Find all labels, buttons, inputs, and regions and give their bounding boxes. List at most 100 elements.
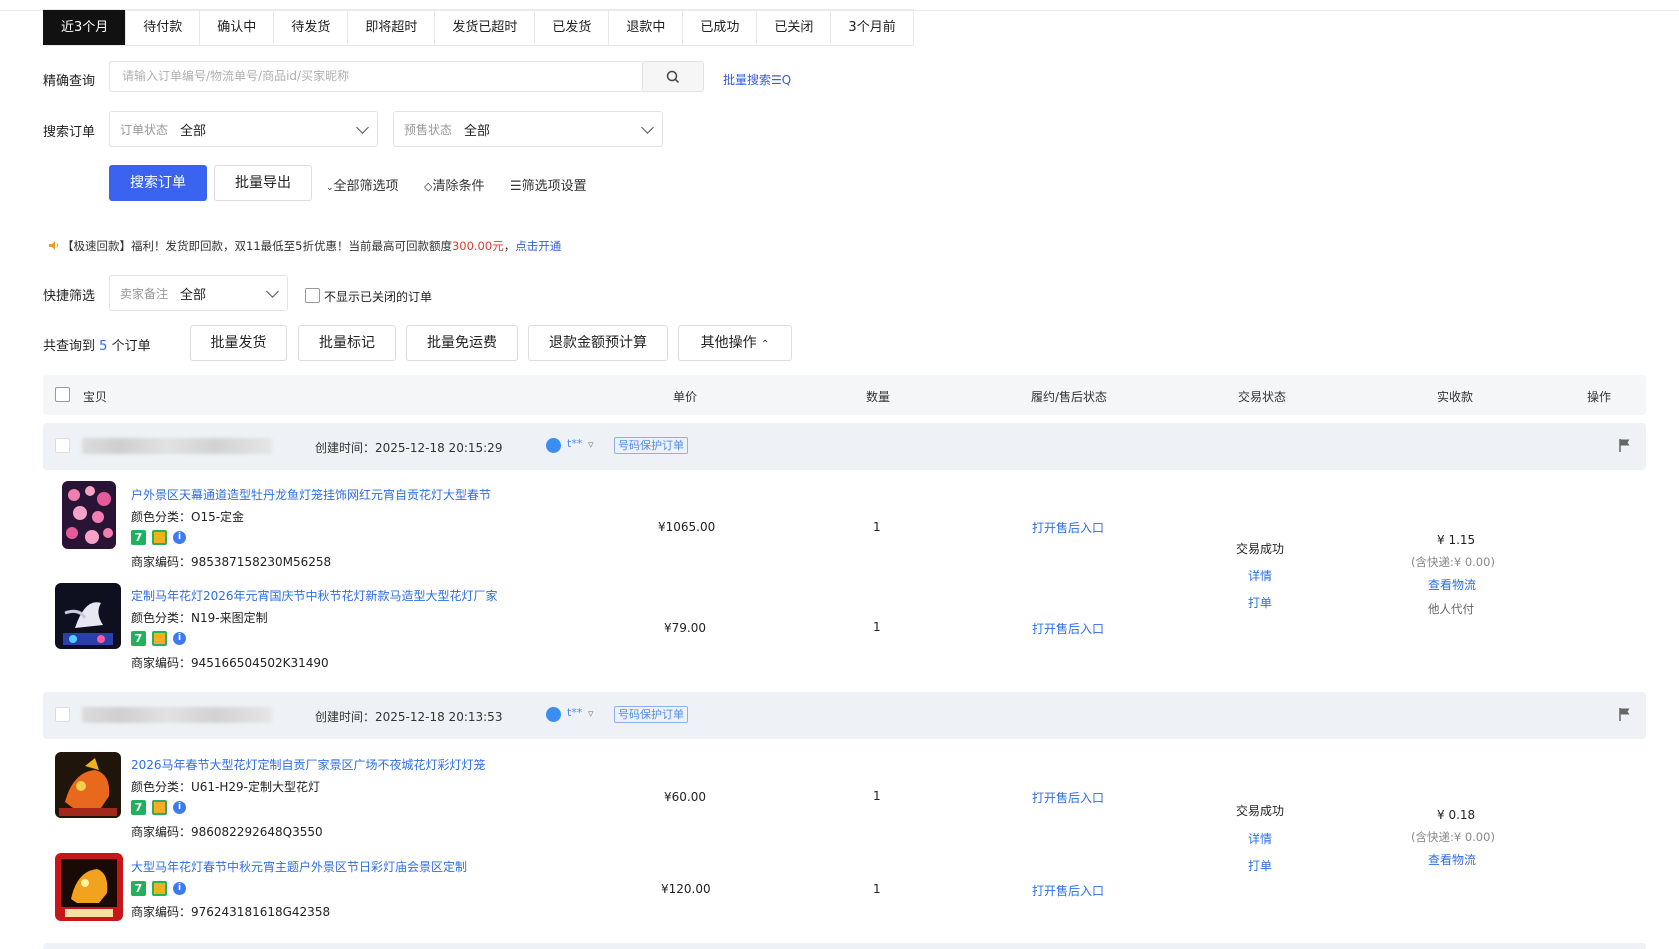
- product-image[interactable]: [55, 752, 121, 818]
- tab-refunding[interactable]: 退款中: [608, 10, 682, 45]
- batch-mark-button[interactable]: 批量标记: [298, 325, 396, 361]
- tab-confirming[interactable]: 确认中: [199, 10, 273, 45]
- tab-ship-overdue[interactable]: 发货已超时: [434, 10, 534, 45]
- select-all-checkbox[interactable]: [55, 387, 70, 402]
- filter-settings-button[interactable]: ☰筛选项设置: [510, 175, 587, 194]
- seven-day-return-icon: 7: [131, 530, 146, 545]
- tab-recent-3-months[interactable]: 近3个月: [43, 10, 126, 45]
- search-order-label: 搜索订单: [43, 125, 96, 140]
- info-icon[interactable]: i: [173, 531, 186, 544]
- col-unit-price: 单价: [673, 390, 698, 404]
- order-status-label: 订单状态: [120, 122, 169, 137]
- order-count: 5: [99, 339, 108, 354]
- col-item: 宝贝: [83, 390, 108, 404]
- info-icon[interactable]: i: [173, 882, 186, 895]
- presale-status-select[interactable]: 预售状态 全部: [393, 111, 663, 147]
- hide-closed-label: 不显示已关闭的订单: [324, 290, 433, 304]
- chat-icon[interactable]: [546, 438, 561, 453]
- product-tags: 7 i: [131, 800, 186, 815]
- refund-precalc-button[interactable]: 退款金额预计算: [528, 325, 668, 361]
- notice-enable-link[interactable]: 点击开通: [515, 239, 561, 253]
- shop-badge-icon: [152, 631, 167, 646]
- filter-icon[interactable]: ▿: [588, 707, 594, 720]
- product-color: 颜色分类：N19-来图定制: [131, 611, 268, 625]
- privacy-badge: 号码保护订单: [614, 437, 688, 454]
- filter-icon[interactable]: ▿: [588, 438, 594, 451]
- col-after-sale: 履约/售后状态: [1031, 390, 1108, 404]
- trade-status: 交易成功: [1236, 804, 1285, 818]
- after-sale-entry-link[interactable]: 打开售后入口: [1032, 882, 1104, 899]
- batch-export-button[interactable]: 批量导出: [214, 165, 312, 201]
- search-orders-button[interactable]: 搜索订单: [109, 165, 207, 201]
- col-quantity: 数量: [866, 390, 891, 404]
- notice-separator: ，: [503, 239, 516, 253]
- quantity: 1: [873, 882, 881, 896]
- product-title-link[interactable]: 定制马年花灯2026年元宵国庆节中秋节花灯新款马造型大型花灯厂家: [131, 587, 498, 604]
- product-image[interactable]: [62, 481, 116, 549]
- order-checkbox[interactable]: [55, 438, 70, 453]
- clear-conditions-label: 清除条件: [432, 179, 485, 194]
- tab-closed[interactable]: 已关闭: [756, 10, 830, 45]
- after-sale-entry-link[interactable]: 打开售后入口: [1032, 789, 1104, 806]
- search-icon: [666, 70, 680, 83]
- tab-older[interactable]: 3个月前: [830, 10, 912, 45]
- batch-free-shipping-button[interactable]: 批量免运费: [406, 325, 518, 361]
- tab-success[interactable]: 已成功: [682, 10, 756, 45]
- presale-status-value: 全部: [464, 123, 491, 139]
- unit-price: ¥60.00: [664, 790, 706, 804]
- seller-note-select[interactable]: 卖家备注 全部: [109, 275, 288, 311]
- info-icon[interactable]: i: [173, 632, 186, 645]
- other-actions-button[interactable]: 其他操作 ⌃: [678, 325, 792, 361]
- unit-price: ¥1065.00: [658, 520, 716, 534]
- tab-to-ship[interactable]: 待发货: [273, 10, 347, 45]
- view-logistics-link[interactable]: 查看物流: [1428, 576, 1476, 593]
- result-summary: 共查询到 5 个订单: [43, 335, 151, 354]
- shipping-fee: (含快递:¥ 0.00): [1411, 830, 1495, 844]
- order-checkbox[interactable]: [55, 707, 70, 722]
- print-link[interactable]: 打单: [1248, 594, 1272, 611]
- buyer-nick[interactable]: t**: [567, 706, 582, 719]
- quantity: 1: [873, 620, 881, 634]
- chevron-down-icon: [356, 120, 369, 134]
- after-sale-entry-link[interactable]: 打开售后入口: [1032, 519, 1104, 536]
- info-icon[interactable]: i: [173, 801, 186, 814]
- after-sale-entry-link[interactable]: 打开售后入口: [1032, 620, 1104, 637]
- search-input[interactable]: 请输入订单编号/物流单号/商品id/买家昵称: [109, 61, 643, 92]
- product-title-link[interactable]: 大型马年花灯春节中秋元宵主题户外景区节日彩灯庙会景区定制: [131, 858, 467, 875]
- notice-amount: 300.00元: [451, 239, 504, 253]
- order-status-value: 全部: [180, 123, 207, 139]
- search-icon-button[interactable]: [643, 61, 704, 92]
- detail-link[interactable]: 详情: [1248, 830, 1272, 847]
- col-received: 实收款: [1437, 390, 1474, 404]
- order-number-redacted: [82, 707, 272, 723]
- hide-closed-checkbox[interactable]: [305, 288, 320, 303]
- batch-search-link[interactable]: 批量搜索☰Q: [723, 71, 791, 88]
- unit-price: ¥79.00: [664, 621, 706, 635]
- flag-icon[interactable]: [1619, 438, 1631, 452]
- view-logistics-link[interactable]: 查看物流: [1428, 851, 1476, 868]
- clear-conditions-button[interactable]: ◇清除条件: [424, 175, 484, 194]
- flag-icon[interactable]: [1619, 707, 1631, 721]
- batch-ship-button[interactable]: 批量发货: [190, 325, 287, 361]
- list-icon: ☰: [510, 179, 522, 194]
- product-image[interactable]: [55, 583, 121, 649]
- product-title-link[interactable]: 户外景区天幕通道造型牡丹龙鱼灯笼挂饰网红元宵自贡花灯大型春节: [131, 486, 491, 503]
- product-title-link[interactable]: 2026马年春节大型花灯定制自贡厂家景区广场不夜城花灯彩灯灯笼: [131, 756, 486, 773]
- order-status-select[interactable]: 订单状态 全部: [109, 111, 378, 147]
- all-filters-toggle[interactable]: ⌄全部筛选项: [326, 175, 399, 194]
- shop-badge-icon: [152, 881, 167, 896]
- buyer-nick[interactable]: t**: [567, 437, 582, 450]
- order-status-tabs: 近3个月 待付款 确认中 待发货 即将超时 发货已超时 已发货 退款中 已成功 …: [43, 9, 914, 46]
- col-trade-status: 交易状态: [1238, 390, 1287, 404]
- tab-pending-payment[interactable]: 待付款: [125, 10, 199, 45]
- tab-shipped[interactable]: 已发货: [534, 10, 608, 45]
- merchant-code: 商家编码：945166504502K31490: [131, 656, 329, 670]
- quantity: 1: [873, 520, 881, 534]
- paid-by-other: 他人代付: [1428, 602, 1474, 616]
- print-link[interactable]: 打单: [1248, 857, 1272, 874]
- tab-timeout-soon[interactable]: 即将超时: [347, 10, 434, 45]
- product-image[interactable]: [55, 853, 123, 921]
- detail-link[interactable]: 详情: [1248, 567, 1272, 584]
- chat-icon[interactable]: [546, 707, 561, 722]
- product-tags: 7 i: [131, 631, 186, 646]
